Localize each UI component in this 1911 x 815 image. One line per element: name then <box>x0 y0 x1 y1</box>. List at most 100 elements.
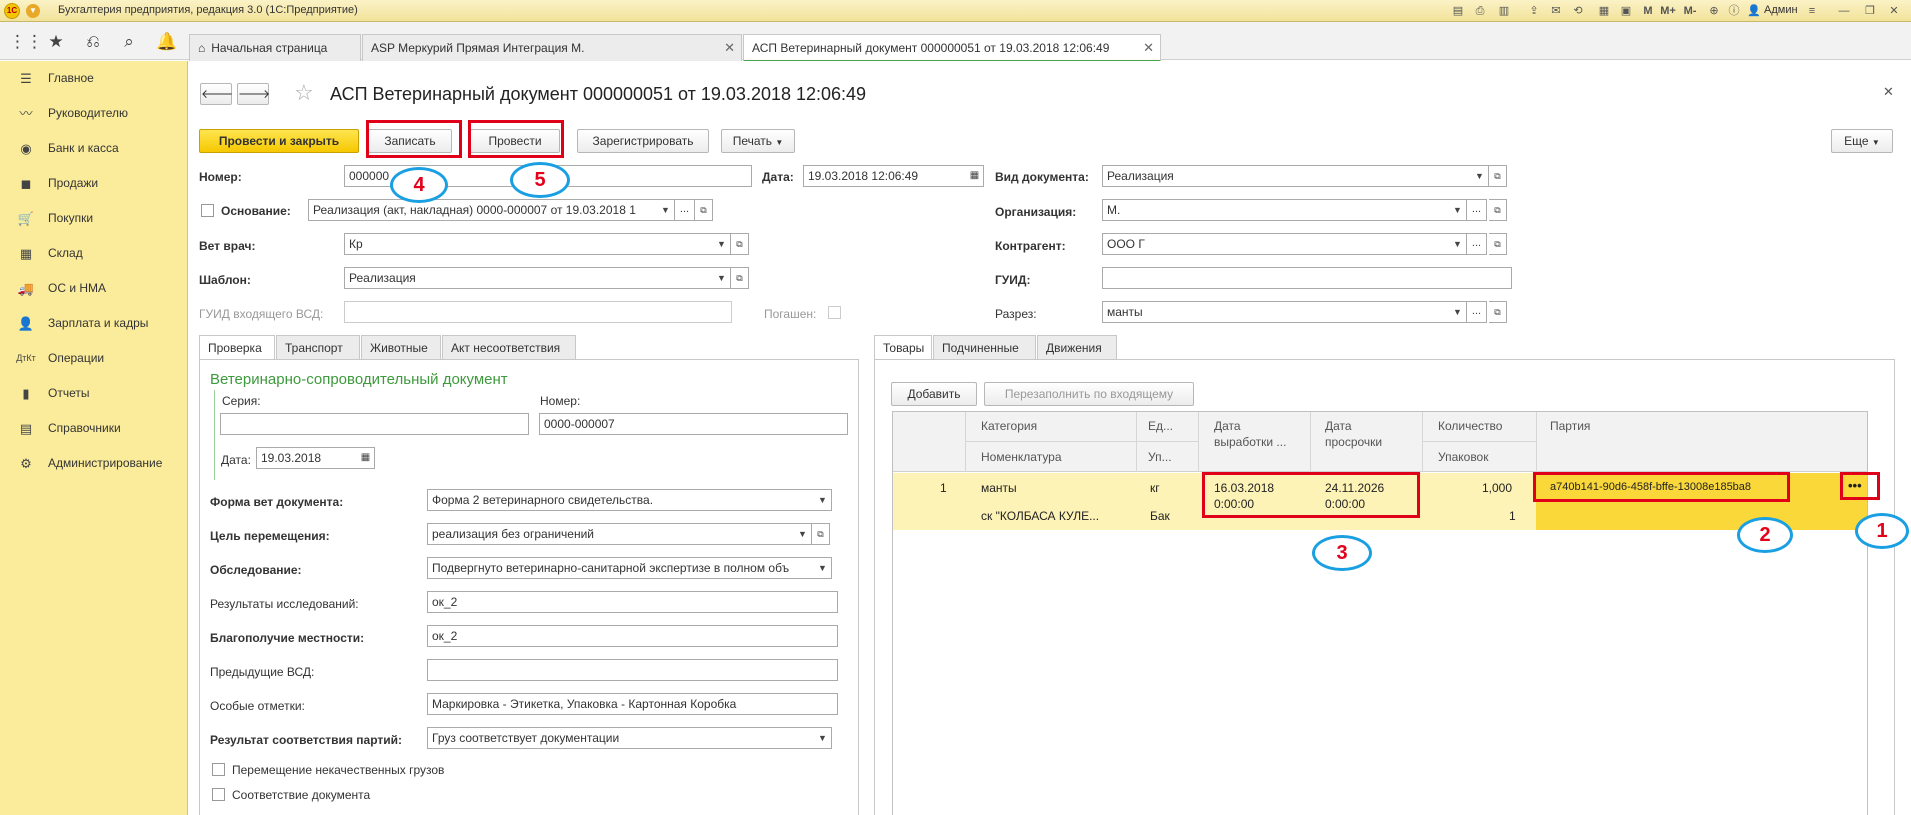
chevron-down-icon[interactable]: ▼ <box>1449 233 1467 255</box>
tab-vet-doc[interactable]: АСП Ветеринарный документ 000000051 от 1… <box>743 34 1161 62</box>
chevron-down-icon[interactable]: ▼ <box>814 727 832 749</box>
select-dots-icon[interactable]: ... <box>1467 199 1487 221</box>
notifications-bell-icon[interactable]: 🔔 <box>156 31 178 53</box>
tab-nonconformity[interactable]: Акт несоответствия <box>442 335 576 359</box>
chevron-down-icon[interactable]: ▼ <box>713 267 731 289</box>
sidebar-item-manager[interactable]: 〰 Руководителю <box>0 96 188 131</box>
calendar-icon[interactable]: ▦ <box>357 447 375 469</box>
chevron-down-icon[interactable]: ▼ <box>657 199 675 221</box>
minimize-icon[interactable]: — <box>1836 3 1852 19</box>
open-icon[interactable]: ⧉ <box>812 523 830 545</box>
history-icon[interactable]: ⟲ <box>1570 3 1586 19</box>
open-icon[interactable]: ⧉ <box>1489 233 1507 255</box>
sidebar-item-salary[interactable]: 👤 Зарплата и кадры <box>0 306 188 341</box>
section-field[interactable]: манты <box>1102 301 1450 323</box>
forward-button[interactable]: 🡒 <box>237 83 270 105</box>
col-unit[interactable]: Ед... <box>1148 419 1173 433</box>
open-icon[interactable]: ⧉ <box>1489 165 1507 187</box>
calendar-icon[interactable]: ▦ <box>1596 3 1612 19</box>
close-form-icon[interactable]: ✕ <box>1883 84 1894 100</box>
post-and-close-button[interactable]: Провести и закрыть <box>199 129 359 153</box>
open-icon[interactable]: ⧉ <box>695 199 713 221</box>
purpose-field[interactable]: реализация без ограничений <box>427 523 795 545</box>
save-doc-icon[interactable]: ▤ <box>1450 3 1466 19</box>
vet-field[interactable]: Кр <box>344 233 714 255</box>
tab-transport[interactable]: Транспорт <box>276 335 360 359</box>
vsd-number-field[interactable]: 0000-000007 <box>539 413 848 435</box>
col-packs[interactable]: Упаковок <box>1438 450 1488 464</box>
date-field[interactable]: 19.03.2018 12:06:49 <box>803 165 967 187</box>
calendar-icon[interactable]: ▦ <box>966 165 984 187</box>
open-icon[interactable]: ⧉ <box>731 267 749 289</box>
welfare-field[interactable]: ок_2 <box>427 625 838 647</box>
chevron-down-icon[interactable]: ▼ <box>713 233 731 255</box>
form-type-field[interactable]: Форма 2 ветеринарного свидетельства. <box>427 489 815 511</box>
sidebar-item-bank[interactable]: ◉ Банк и касса <box>0 131 188 166</box>
chevron-down-icon[interactable]: ▼ <box>1449 301 1467 323</box>
info-icon[interactable]: ⓘ <box>1726 3 1742 19</box>
chevron-down-icon[interactable]: ▼ <box>814 489 832 511</box>
main-menu-icon[interactable]: ▼ <box>26 4 40 18</box>
series-field[interactable] <box>220 413 529 435</box>
favorite-star-icon[interactable]: ☆ <box>294 80 314 106</box>
history-clock-icon[interactable]: ⎌ <box>82 31 104 53</box>
col-exp-date[interactable]: Дата <box>1325 419 1352 433</box>
org-field[interactable]: М. <box>1102 199 1450 221</box>
close-tab-icon[interactable]: ✕ <box>1143 40 1154 56</box>
sidebar-item-admin[interactable]: ⚙ Администрирование <box>0 446 188 481</box>
tab-mercury[interactable]: ASP Меркурий Прямая Интеграция М. ✕ <box>362 34 742 61</box>
sidebar-item-operations[interactable]: ДтКт Операции <box>0 341 188 376</box>
tab-subordinate[interactable]: Подчиненные <box>933 335 1036 359</box>
print-button[interactable]: Печать ▼ <box>721 129 795 153</box>
zoom-icon[interactable]: ⊕ <box>1706 3 1722 19</box>
chevron-down-icon[interactable]: ▼ <box>814 557 832 579</box>
memory-mminus-icon[interactable]: M- <box>1682 3 1698 19</box>
vsd-date-field[interactable]: 19.03.2018 <box>256 447 358 469</box>
low-quality-checkbox[interactable] <box>212 763 225 776</box>
apps-grid-icon[interactable]: ⋮⋮ <box>9 31 43 53</box>
memory-mplus-icon[interactable]: M+ <box>1660 3 1676 19</box>
col-qty[interactable]: Количество <box>1438 419 1502 433</box>
mail-icon[interactable]: ✉ <box>1548 3 1564 19</box>
counterparty-field[interactable]: ООО Г <box>1102 233 1450 255</box>
close-window-icon[interactable]: ✕ <box>1886 3 1902 19</box>
tab-movements[interactable]: Движения <box>1037 335 1117 359</box>
close-tab-icon[interactable]: ✕ <box>724 40 735 56</box>
col-prod-date[interactable]: Дата <box>1214 419 1241 433</box>
tab-animals[interactable]: Животные <box>361 335 441 359</box>
doc-type-field[interactable]: Реализация <box>1102 165 1472 187</box>
register-button[interactable]: Зарегистрировать <box>577 129 709 153</box>
sidebar-item-sales[interactable]: ◼ Продажи <box>0 166 188 201</box>
preview-icon[interactable]: ▥ <box>1496 3 1512 19</box>
back-button[interactable]: 🡐 <box>200 83 233 105</box>
memory-m-icon[interactable]: M <box>1640 3 1656 19</box>
search-icon[interactable]: ⌕ <box>118 31 140 53</box>
select-dots-icon[interactable]: ... <box>675 199 695 221</box>
select-dots-icon[interactable]: ... <box>1467 233 1487 255</box>
sidebar-item-main[interactable]: ☰ Главное <box>0 61 188 96</box>
sidebar-item-assets[interactable]: 🚚 ОС и НМА <box>0 271 188 306</box>
tab-home[interactable]: ⌂ Начальная страница <box>189 34 361 61</box>
template-field[interactable]: Реализация <box>344 267 714 289</box>
add-row-button[interactable]: Добавить <box>891 382 977 406</box>
doc-match-checkbox[interactable] <box>212 788 225 801</box>
research-field[interactable]: ок_2 <box>427 591 838 613</box>
more-button[interactable]: Еще ▼ <box>1831 129 1893 153</box>
restore-icon[interactable]: ❐ <box>1862 3 1878 19</box>
settings-menu-icon[interactable]: ≡ <box>1804 3 1820 19</box>
guid-field[interactable] <box>1102 267 1512 289</box>
tab-check[interactable]: Проверка <box>199 335 275 359</box>
basis-field[interactable]: Реализация (акт, накладная) 0000-000007 … <box>308 199 658 221</box>
open-icon[interactable]: ⧉ <box>731 233 749 255</box>
favorites-star-icon[interactable]: ★ <box>45 31 67 53</box>
sidebar-item-warehouse[interactable]: ▦ Склад <box>0 236 188 271</box>
open-icon[interactable]: ⧉ <box>1489 199 1507 221</box>
col-category[interactable]: Категория <box>981 419 1037 433</box>
print-icon[interactable]: ⎙ <box>1472 3 1488 19</box>
calculator-icon[interactable]: ▣ <box>1618 3 1634 19</box>
col-nomenclature[interactable]: Номенклатура <box>981 450 1062 464</box>
special-marks-field[interactable]: Маркировка - Этикетка, Упаковка - Картон… <box>427 693 838 715</box>
sidebar-item-reports[interactable]: ▮ Отчеты <box>0 376 188 411</box>
col-batch[interactable]: Партия <box>1550 419 1590 433</box>
chevron-down-icon[interactable]: ▼ <box>1449 199 1467 221</box>
